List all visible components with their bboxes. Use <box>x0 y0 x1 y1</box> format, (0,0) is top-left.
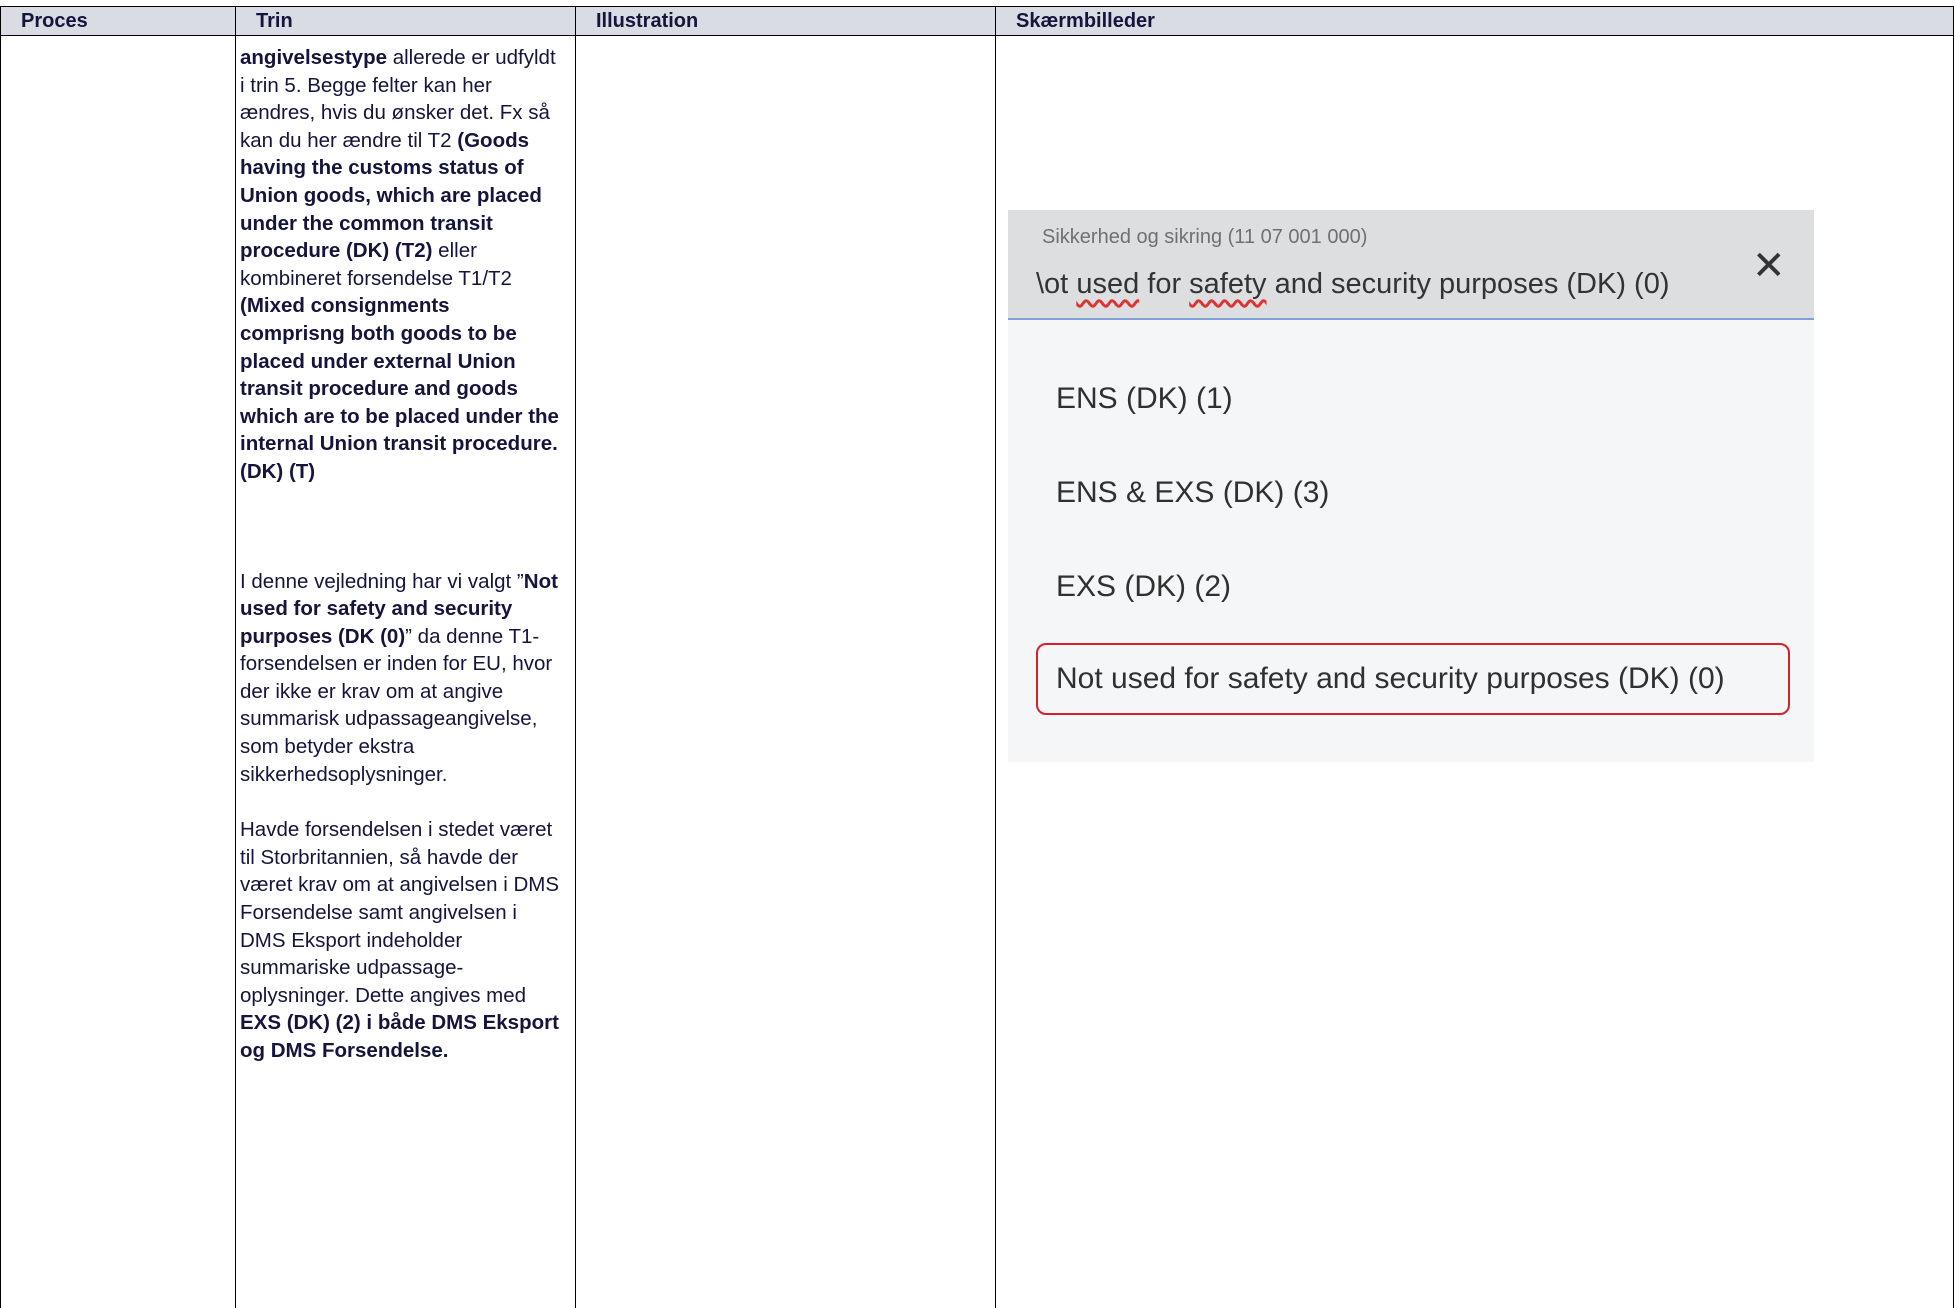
dropdown-option-selected[interactable]: Not used for safety and security purpose… <box>1056 662 1725 696</box>
header-trin: Trin <box>235 6 576 36</box>
paragraph-1: angivelsestype allerede er udfyldt i tri… <box>240 46 559 483</box>
header-proces: Proces <box>0 6 236 36</box>
paragraph-3: Havde forsendelsen i stedet været til St… <box>240 818 560 1062</box>
field-label: Sikkerhed og sikring (11 07 001 000) <box>1042 226 1368 248</box>
dropdown-option[interactable]: ENS (DK) (1) <box>1056 382 1233 416</box>
column-divider <box>995 6 996 1308</box>
close-icon[interactable]: ✕ <box>1752 246 1786 286</box>
dropdown-screenshot: Sikkerhed og sikring (11 07 001 000) \ot… <box>1008 210 1814 762</box>
column-divider <box>235 6 236 1308</box>
trin-cell-text: angivelsestype allerede er udfyldt i tri… <box>240 44 560 1065</box>
paragraph-2: I denne vejledning har vi valgt ”Not use… <box>240 569 558 786</box>
column-divider <box>0 6 1 1308</box>
dropdown-option[interactable]: ENS & EXS (DK) (3) <box>1056 476 1329 510</box>
field-value: \ot used for safety and security purpose… <box>1036 268 1670 300</box>
header-skaermbilleder: Skærmbilleder <box>995 6 1954 36</box>
select-field[interactable]: Sikkerhed og sikring (11 07 001 000) \ot… <box>1008 210 1814 320</box>
header-illustration: Illustration <box>575 6 996 36</box>
column-divider <box>575 6 576 1308</box>
dropdown-option[interactable]: EXS (DK) (2) <box>1056 570 1231 604</box>
document-table: Proces Trin Illustration Skærmbilleder a… <box>0 0 1954 1308</box>
